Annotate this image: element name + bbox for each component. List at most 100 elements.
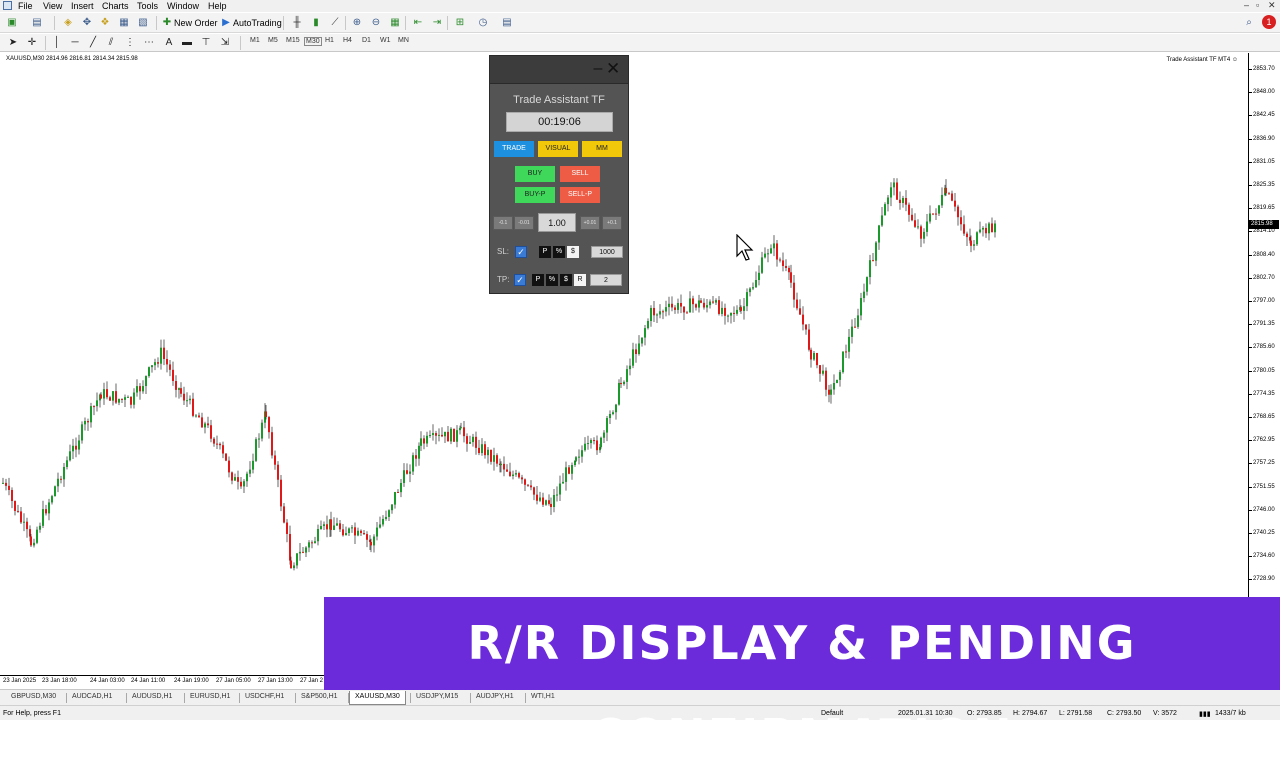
panel-header[interactable]: – ✕ xyxy=(490,56,628,84)
lot-minus-big-button[interactable]: -0.1 xyxy=(493,216,513,230)
new-order-button[interactable]: ✚ New Order xyxy=(160,15,218,31)
menu-charts[interactable]: Charts xyxy=(102,1,129,11)
templates-icon[interactable]: ▤ xyxy=(500,16,514,30)
chart-tab-eurusd-h1[interactable]: EURUSD,H1 xyxy=(190,693,230,700)
trade-assistant-panel[interactable]: – ✕ Trade Assistant TF 00:19:06 TRADE VI… xyxy=(489,55,629,294)
channel-icon[interactable]: ⫽ xyxy=(104,36,118,50)
chart-tab-audusd-h1[interactable]: AUDUSD,H1 xyxy=(132,693,172,700)
sell-button[interactable]: SELL xyxy=(560,166,600,182)
zoom-out-icon[interactable]: ⊖ xyxy=(369,16,383,30)
candlestick-icon[interactable]: ▮ xyxy=(309,16,323,30)
candle-body xyxy=(650,307,652,321)
trendline-icon[interactable]: ╱ xyxy=(86,36,100,50)
tp-mode-rr[interactable]: R xyxy=(574,274,586,286)
text-icon[interactable]: A xyxy=(162,36,176,50)
lot-size-input[interactable]: 1.00 xyxy=(538,213,576,232)
menu-insert[interactable]: Insert xyxy=(71,1,94,11)
auto-scroll-icon[interactable]: ⇥ xyxy=(430,16,444,30)
indicators-icon[interactable]: ⊞ xyxy=(453,16,467,30)
profiles-icon[interactable]: ▤ xyxy=(30,16,44,30)
sl-mode-points[interactable]: P xyxy=(539,246,551,258)
candle-body xyxy=(979,229,981,233)
minimize-icon[interactable]: – xyxy=(1244,0,1249,10)
navigator-icon[interactable]: ❖ xyxy=(98,16,112,30)
tf-h1[interactable]: H1 xyxy=(325,37,334,44)
candle-body xyxy=(887,197,889,205)
chart-tab-s-p500-h1[interactable]: S&P500,H1 xyxy=(301,693,338,700)
candle-body xyxy=(376,527,378,537)
menu-tools[interactable]: Tools xyxy=(137,1,158,11)
tp-checkbox[interactable]: ✓ xyxy=(514,274,526,286)
candle-body xyxy=(265,411,267,418)
buy-pending-button[interactable]: BUY-P xyxy=(515,187,555,203)
crosshair-icon[interactable]: ✛ xyxy=(25,36,39,50)
periods-icon[interactable]: ◷ xyxy=(476,16,490,30)
lot-plus-small-button[interactable]: +0.01 xyxy=(580,216,600,230)
lot-minus-small-button[interactable]: -0.01 xyxy=(514,216,534,230)
candle-body xyxy=(382,518,384,525)
buy-button[interactable]: BUY xyxy=(515,166,555,182)
gann-icon[interactable]: ⋯ xyxy=(142,36,156,50)
new-chart-icon[interactable]: ▣ xyxy=(5,16,19,30)
menu-help[interactable]: Help xyxy=(208,1,227,11)
chart-tab-xauusd-m30[interactable]: XAUUSD,M30 xyxy=(349,691,406,705)
tab-visual[interactable]: VISUAL xyxy=(538,141,578,157)
bar-chart-icon[interactable]: ╫ xyxy=(290,16,304,30)
close-panel-icon[interactable]: ✕ xyxy=(606,60,620,78)
chart-tab-gbpusd-m30[interactable]: GBPUSD,M30 xyxy=(11,693,56,700)
chart-tab-audjpy-h1[interactable]: AUDJPY,H1 xyxy=(476,693,514,700)
line-chart-icon[interactable]: ⟋ xyxy=(328,16,342,30)
sell-pending-button[interactable]: SELL-P xyxy=(560,187,600,203)
chart-tab-usdchf-h1[interactable]: USDCHF,H1 xyxy=(245,693,284,700)
restore-icon[interactable]: ▫ xyxy=(1256,0,1259,10)
horizontal-line-icon[interactable]: ─ xyxy=(68,36,82,50)
tab-mm[interactable]: MM xyxy=(582,141,622,157)
sl-mode-percent[interactable]: % xyxy=(553,246,565,258)
tp-value-input[interactable]: 2 xyxy=(590,274,622,286)
fibonacci-icon[interactable]: ⋮ xyxy=(123,36,137,50)
alerts-badge[interactable]: 1 xyxy=(1262,15,1276,29)
menu-window[interactable]: Window xyxy=(167,1,199,11)
tile-windows-icon[interactable]: ▦ xyxy=(388,16,402,30)
cursor-icon[interactable]: ➤ xyxy=(6,36,20,50)
tf-w1[interactable]: W1 xyxy=(380,37,391,44)
tab-trade[interactable]: TRADE xyxy=(494,141,534,157)
sl-mode-money[interactable]: $ xyxy=(567,246,579,258)
chart-shift-icon[interactable]: ⇤ xyxy=(411,16,425,30)
strategy-tester-icon[interactable]: ▧ xyxy=(136,16,150,30)
arrows-icon[interactable]: ⊤ xyxy=(199,36,213,50)
menu-view[interactable]: View xyxy=(43,1,62,11)
zoom-in-icon[interactable]: ⊕ xyxy=(350,16,364,30)
tf-m30[interactable]: M30 xyxy=(304,37,322,46)
tp-mode-money[interactable]: $ xyxy=(560,274,572,286)
tf-m5[interactable]: M5 xyxy=(268,37,278,44)
lot-plus-big-button[interactable]: +0.1 xyxy=(602,216,622,230)
menu-file[interactable]: File xyxy=(18,1,33,11)
chart-tab-usdjpy-m15[interactable]: USDJPY,M15 xyxy=(416,693,458,700)
sl-checkbox[interactable]: ✓ xyxy=(515,246,527,258)
price-scale[interactable]: 2853.70 2848.00 2842.45 2836.90 2831.05 2825.… xyxy=(1248,53,1280,675)
terminal-icon[interactable]: ▦ xyxy=(117,16,131,30)
sl-value-input[interactable]: 1000 xyxy=(591,246,623,258)
tp-mode-points[interactable]: P xyxy=(532,274,544,286)
label-icon[interactable]: ▬ xyxy=(180,36,194,50)
close-icon[interactable]: ✕ xyxy=(1268,0,1276,11)
tf-d1[interactable]: D1 xyxy=(362,37,371,44)
market-watch-icon[interactable]: ◈ xyxy=(61,16,75,30)
tf-m15[interactable]: M15 xyxy=(286,37,300,44)
chart-tab-audcad-h1[interactable]: AUDCAD,H1 xyxy=(72,693,112,700)
tf-m1[interactable]: M1 xyxy=(250,37,260,44)
tf-mn[interactable]: MN xyxy=(398,37,409,44)
search-icon[interactable]: ⌕ xyxy=(1242,16,1256,30)
tp-mode-percent[interactable]: % xyxy=(546,274,558,286)
minimize-panel-icon[interactable]: – xyxy=(592,60,604,78)
time-label: 24 Jan 11:00 xyxy=(131,678,166,684)
chart-tab-wti-h1[interactable]: WTI,H1 xyxy=(531,693,555,700)
autotrading-button[interactable]: ▶ AutoTrading xyxy=(219,15,282,31)
price-tick xyxy=(1249,277,1252,279)
candle-body xyxy=(799,308,801,315)
data-window-icon[interactable]: ✥ xyxy=(80,16,94,30)
tf-h4[interactable]: H4 xyxy=(343,37,352,44)
vertical-line-icon[interactable]: │ xyxy=(50,36,64,50)
shapes-icon[interactable]: ⇲ xyxy=(218,36,232,50)
